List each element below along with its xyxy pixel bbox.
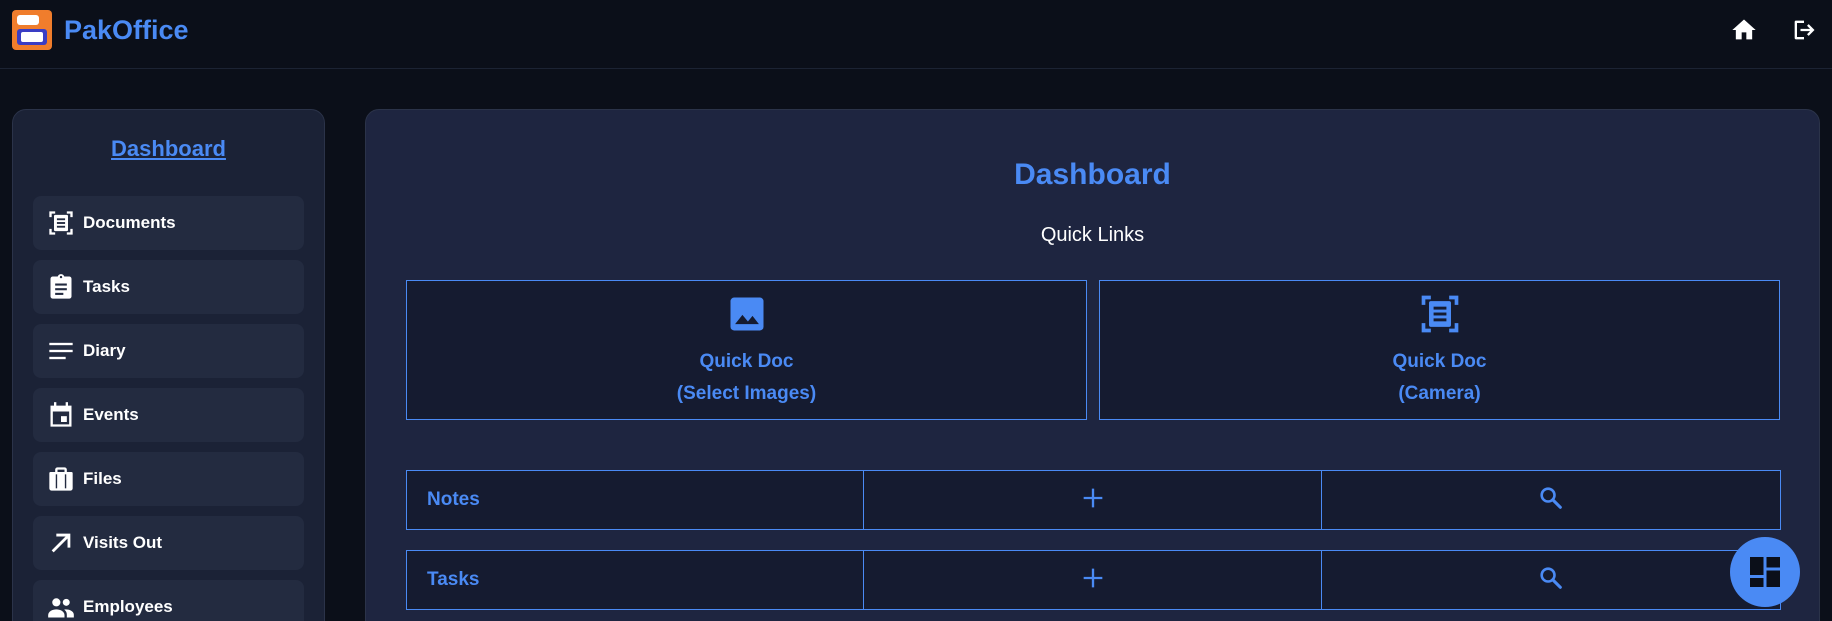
- sidebar-item-documents[interactable]: Documents: [33, 196, 304, 250]
- sidebar-item-tasks[interactable]: Tasks: [33, 260, 304, 314]
- document-scan-icon: [49, 211, 73, 235]
- sidebar-item-employees[interactable]: Employees: [33, 580, 304, 621]
- briefcase-icon: [49, 467, 73, 491]
- tasks-row-label-cell[interactable]: Tasks: [407, 551, 864, 609]
- quick-link-title: Quick Doc: [699, 351, 794, 372]
- sidebar-item-label: Events: [83, 405, 139, 424]
- sidebar: Dashboard Documents Tasks Diary Events F…: [12, 109, 325, 621]
- top-bar: PakOffice: [0, 0, 1832, 69]
- lines-icon: [49, 342, 73, 360]
- plus-icon: [1083, 488, 1102, 508]
- image-icon: [730, 297, 763, 331]
- sidebar-item-events[interactable]: Events: [33, 388, 304, 442]
- search-icon: [1540, 567, 1562, 589]
- sidebar-item-label: Tasks: [83, 277, 130, 296]
- quick-doc-camera-button[interactable]: Quick Doc (Camera): [1099, 280, 1780, 420]
- row-label: Notes: [427, 489, 480, 510]
- add-note-button[interactable]: [864, 471, 1322, 529]
- add-task-button[interactable]: [864, 551, 1322, 609]
- pakoffice-logo[interactable]: [12, 10, 52, 50]
- arrow-up-right-icon: [51, 533, 71, 553]
- sidebar-item-visits-out[interactable]: Visits Out: [33, 516, 304, 570]
- search-icon: [1540, 487, 1562, 509]
- sidebar-item-files[interactable]: Files: [33, 452, 304, 506]
- document-scan-icon: [1421, 295, 1458, 333]
- tasks-row: Tasks: [406, 550, 1781, 610]
- plus-icon: [1083, 568, 1102, 588]
- people-icon: [48, 598, 74, 618]
- search-tasks-button[interactable]: [1322, 551, 1780, 609]
- quick-link-subtitle: (Select Images): [676, 383, 817, 404]
- row-label: Tasks: [427, 569, 480, 590]
- clipboard-icon: [50, 274, 72, 299]
- page-title: Dashboard: [1014, 158, 1171, 191]
- quick-links-heading: Quick Links: [1040, 224, 1145, 246]
- notes-row-label-cell[interactable]: Notes: [407, 471, 864, 529]
- logout-icon[interactable]: [1790, 16, 1818, 44]
- main-panel: Dashboard Quick Links Quick Doc (Select …: [365, 109, 1820, 621]
- search-notes-button[interactable]: [1322, 471, 1780, 529]
- sidebar-item-diary[interactable]: Diary: [33, 324, 304, 378]
- sidebar-item-label: Files: [83, 469, 122, 488]
- sidebar-item-label: Diary: [83, 341, 126, 360]
- quick-doc-select-images-button[interactable]: Quick Doc (Select Images): [406, 280, 1087, 420]
- dashboard-fab-button[interactable]: [1730, 537, 1800, 607]
- sidebar-title[interactable]: Dashboard: [13, 136, 324, 162]
- sidebar-item-label: Employees: [83, 597, 173, 616]
- dashboard-grid-icon: [1750, 557, 1780, 587]
- brand-name[interactable]: PakOffice: [64, 13, 189, 47]
- sidebar-item-label: Documents: [83, 213, 176, 232]
- notes-row: Notes: [406, 470, 1781, 530]
- quick-link-title: Quick Doc: [1392, 351, 1487, 372]
- calendar-icon: [50, 402, 72, 427]
- sidebar-item-label: Visits Out: [83, 533, 163, 552]
- home-icon[interactable]: [1730, 16, 1758, 44]
- quick-link-subtitle: (Camera): [1398, 383, 1481, 404]
